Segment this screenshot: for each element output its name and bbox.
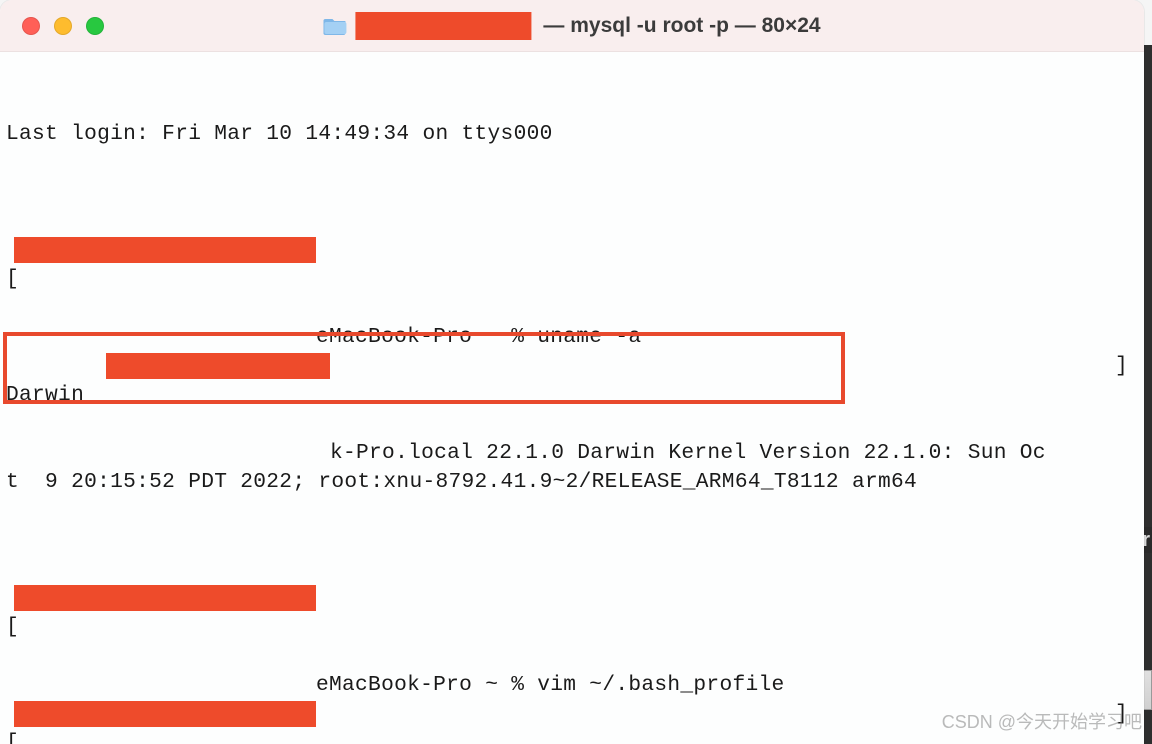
title-redaction	[355, 12, 531, 40]
maximize-icon[interactable]	[86, 17, 104, 35]
darwin-line-2: t 9 20:15:52 PDT 2022; root:xnu-8792.41.…	[6, 468, 917, 497]
last-login-line: Last login: Fri Mar 10 14:49:34 on ttys0…	[6, 120, 553, 149]
bracket: [	[6, 265, 19, 294]
terminal-window: — mysql -u root -p — 80×24 Last login: F…	[0, 0, 1144, 744]
minimize-icon[interactable]	[54, 17, 72, 35]
titlebar[interactable]: — mysql -u root -p — 80×24	[0, 0, 1144, 52]
darwin-line-1a: Darwin	[6, 381, 97, 410]
redaction	[14, 585, 316, 611]
terminal-output[interactable]: Last login: Fri Mar 10 14:49:34 on ttys0…	[0, 52, 1144, 744]
bracket: [	[6, 729, 19, 744]
close-icon[interactable]	[22, 17, 40, 35]
darwin-line-1b: k-Pro.local 22.1.0 Darwin Kernel Version…	[330, 439, 1046, 468]
prompt-line-2: eMacBook-Pro ~ % vim ~/.bash_profile	[316, 671, 785, 700]
background-side-strip	[1144, 45, 1152, 744]
folder-icon	[323, 16, 347, 36]
bracket: [	[6, 613, 19, 642]
window-title-text: — mysql -u root -p — 80×24	[543, 14, 820, 38]
window-title: — mysql -u root -p — 80×24	[323, 12, 820, 40]
prompt-line-1: eMacBook-Pro ~ % uname -a	[316, 323, 641, 352]
redaction	[14, 237, 316, 263]
redaction	[14, 701, 316, 727]
traffic-lights	[0, 17, 104, 35]
redaction	[106, 353, 330, 379]
